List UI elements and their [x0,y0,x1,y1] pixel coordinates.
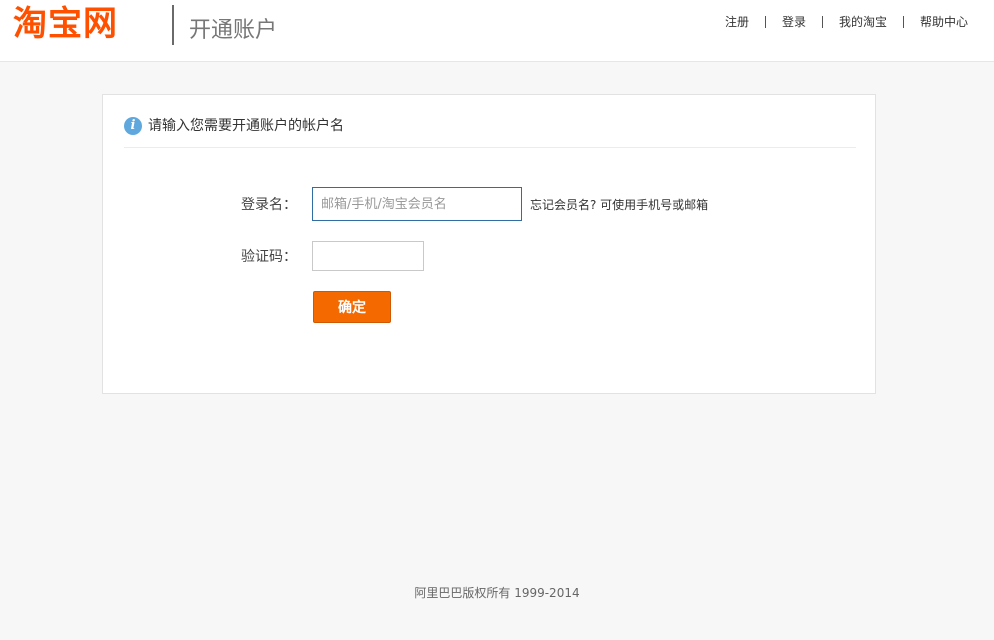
nav-help-center-link[interactable]: 帮助中心 [920,14,968,30]
logo-divider [172,5,174,45]
info-icon: i [124,117,142,135]
nav-divider [902,16,904,28]
captcha-label: 验证码： [241,249,297,265]
nav-my-taobao-link[interactable]: 我的淘宝 [839,14,887,30]
taobao-logo[interactable]: 淘宝网 [13,4,118,44]
confirm-button[interactable]: 确定 [313,291,391,323]
footer-copyright: 阿里巴巴版权所有 1999-2014 [414,586,580,600]
nav-divider [764,16,766,28]
nav-divider [821,16,823,28]
page-title: 开通账户 [189,18,278,43]
page-header: 淘宝网 开通账户 注册 登录 我的淘宝 帮助中心 [0,0,994,62]
login-name-input[interactable] [312,187,522,221]
login-name-label: 登录名： [241,197,297,213]
captcha-row: 验证码： [209,241,424,271]
nav-register-link[interactable]: 注册 [725,14,749,30]
forgot-username-hint: 忘记会员名? 可使用手机号或邮箱 [530,197,709,212]
top-nav: 注册 登录 我的淘宝 帮助中心 [725,14,968,30]
captcha-input[interactable] [312,241,424,271]
login-name-row: 登录名： 忘记会员名? 可使用手机号或邮箱 [209,187,708,221]
nav-login-link[interactable]: 登录 [782,14,806,30]
card-title: 请输入您需要开通账户的帐户名 [148,118,344,134]
account-form-card: i 请输入您需要开通账户的帐户名 登录名： 忘记会员名? 可使用手机号或邮箱 验… [102,94,876,394]
card-header: i 请输入您需要开通账户的帐户名 [124,117,856,148]
